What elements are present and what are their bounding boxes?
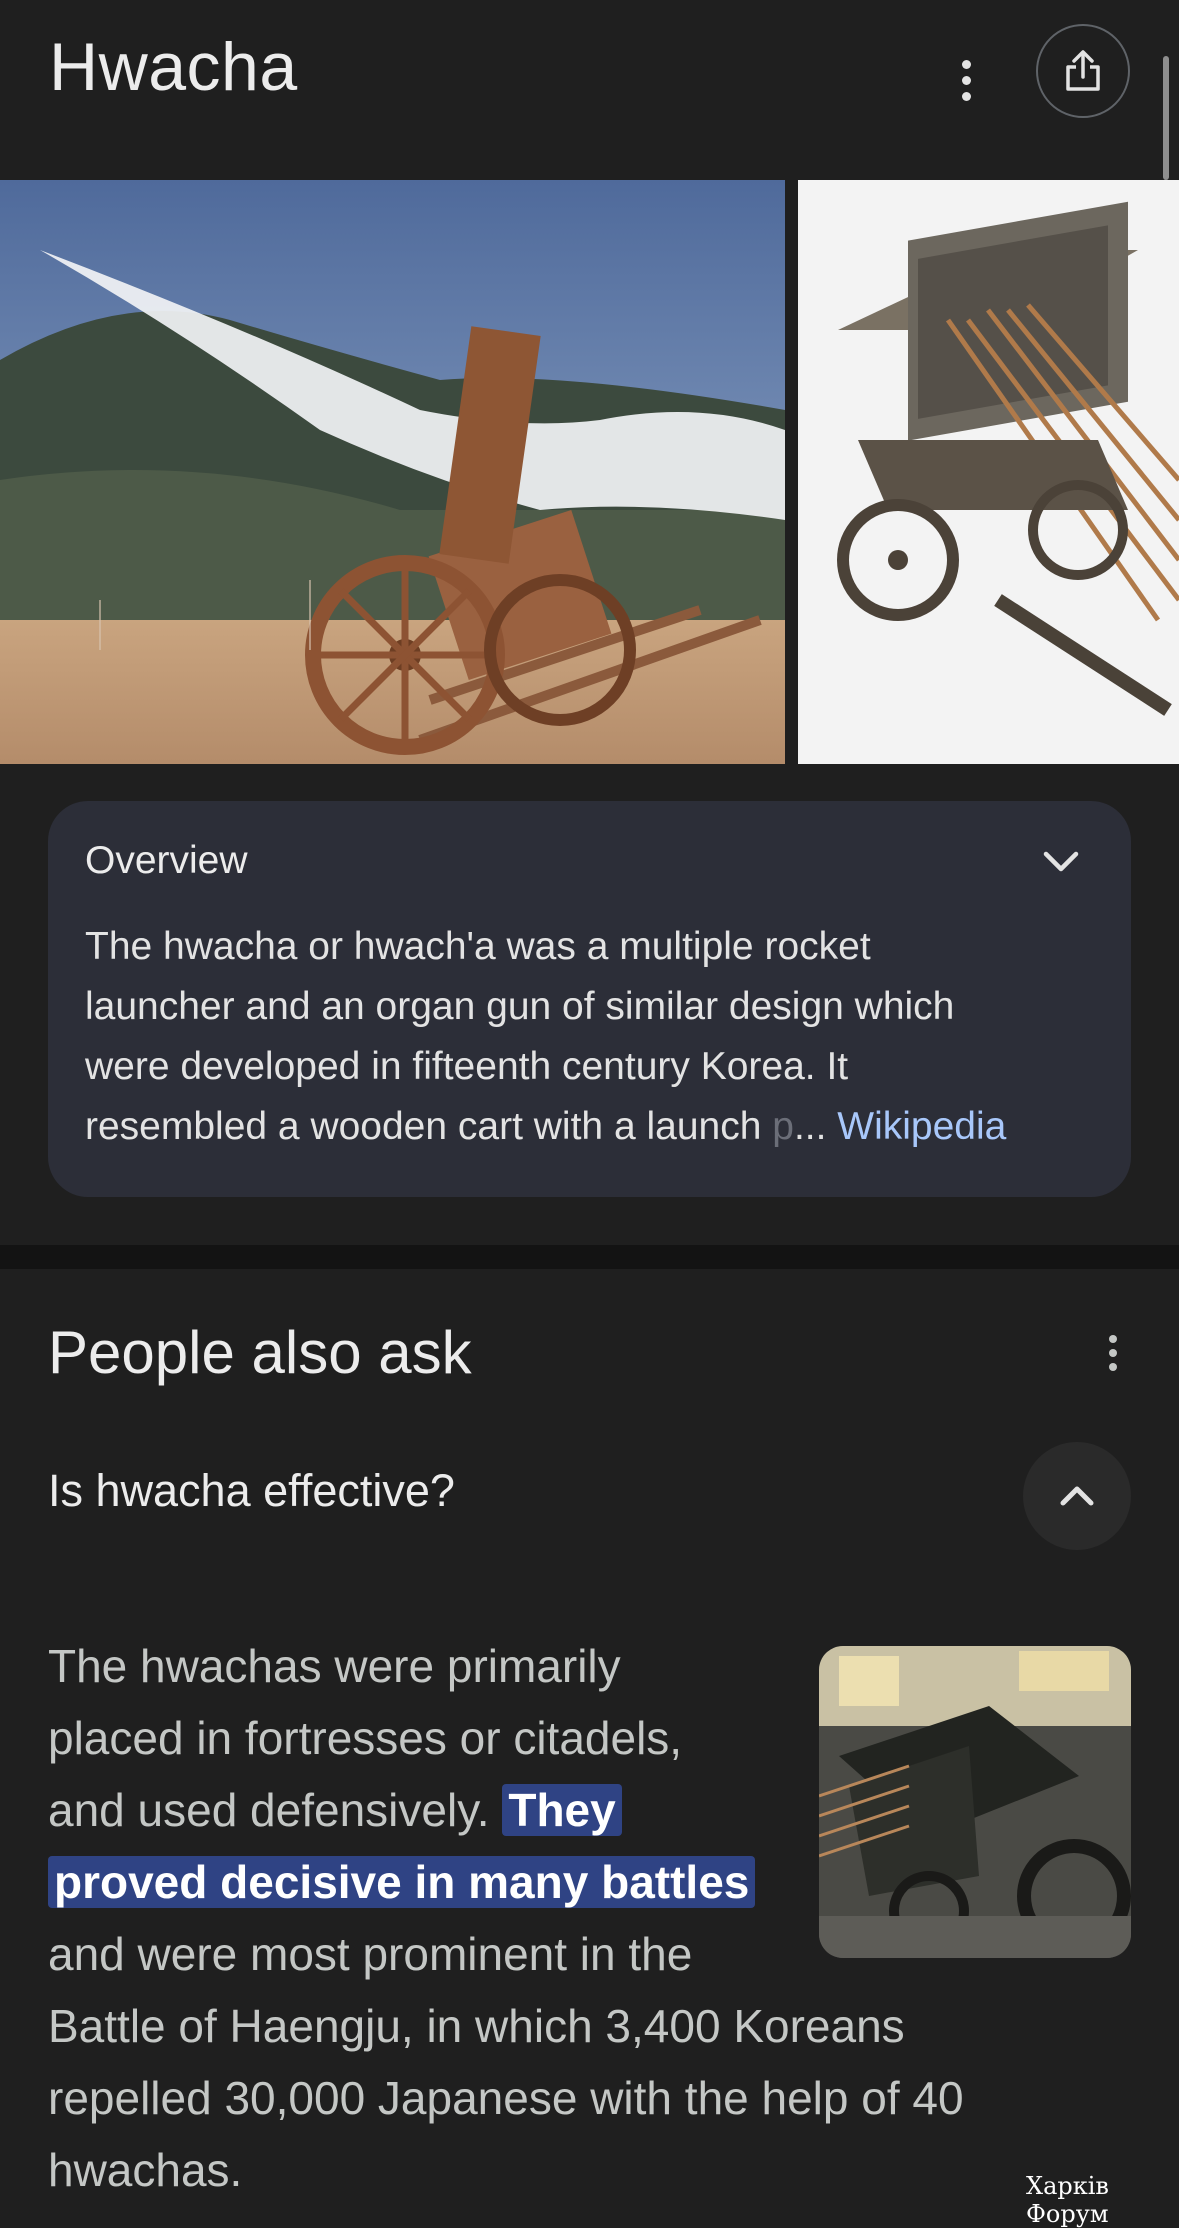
image-carousel[interactable] bbox=[0, 180, 1179, 764]
overview-line: launcher and an organ gun of similar des… bbox=[85, 985, 955, 1028]
answer-thumbnail[interactable] bbox=[819, 1646, 1131, 1958]
answer-highlight: proved decisive in many battles bbox=[48, 1856, 756, 1908]
share-button[interactable] bbox=[1036, 24, 1130, 118]
people-also-ask-title: People also ask bbox=[48, 1319, 472, 1386]
section-divider bbox=[0, 1245, 1179, 1269]
overview-last-line: resembled a wooden cart with a launch bbox=[85, 1105, 773, 1148]
overview-line: resembled a wooden cart with a launch p.… bbox=[85, 1097, 1105, 1157]
overview-text: The hwacha or hwach'a was a multiple roc… bbox=[85, 917, 1105, 1157]
overview-line: The hwacha or hwach'a was a multiple roc… bbox=[85, 925, 871, 968]
overview-faded-char: p bbox=[772, 1105, 794, 1148]
chevron-up-icon bbox=[1060, 1486, 1094, 1506]
answer-thumbnail-image bbox=[819, 1646, 1131, 1958]
collapse-button[interactable] bbox=[1023, 1442, 1131, 1550]
overview-line: were developed in fifteenth century Kore… bbox=[85, 1045, 849, 1088]
answer-line: repelled 30,000 Japanese with the help o… bbox=[48, 2072, 964, 2124]
overview-ellipsis: ... bbox=[793, 1105, 838, 1148]
watermark: Харків Форум bbox=[1026, 2172, 1109, 2228]
hwacha-3d-model[interactable] bbox=[798, 180, 1179, 764]
wikipedia-link[interactable]: Wikipedia bbox=[837, 1105, 1006, 1148]
more-vert-icon[interactable] bbox=[946, 50, 986, 110]
question-text[interactable]: Is hwacha effective? bbox=[48, 1465, 455, 1517]
overview-label: Overview bbox=[85, 839, 248, 882]
answer-segment: and used defensively. bbox=[48, 1784, 503, 1836]
page-title: Hwacha bbox=[49, 29, 298, 105]
scrollbar[interactable] bbox=[1163, 56, 1169, 180]
overview-card[interactable]: Overview The hwacha or hwach'a was a mul… bbox=[48, 801, 1131, 1197]
chevron-down-icon[interactable] bbox=[1038, 839, 1084, 885]
hwacha-3d-model-image bbox=[798, 180, 1179, 764]
app-header: Hwacha bbox=[0, 0, 1179, 180]
share-icon bbox=[1066, 50, 1100, 91]
answer-line: Battle of Haengju, in which 3,400 Korean… bbox=[48, 2000, 905, 2052]
more-vert-icon[interactable] bbox=[1095, 1330, 1131, 1376]
hwacha-photo-firing[interactable] bbox=[0, 180, 785, 764]
answer-highlight: They bbox=[502, 1784, 622, 1836]
answer-line: hwachas. bbox=[48, 2144, 243, 2196]
hwacha-photo-firing-image bbox=[0, 180, 785, 764]
